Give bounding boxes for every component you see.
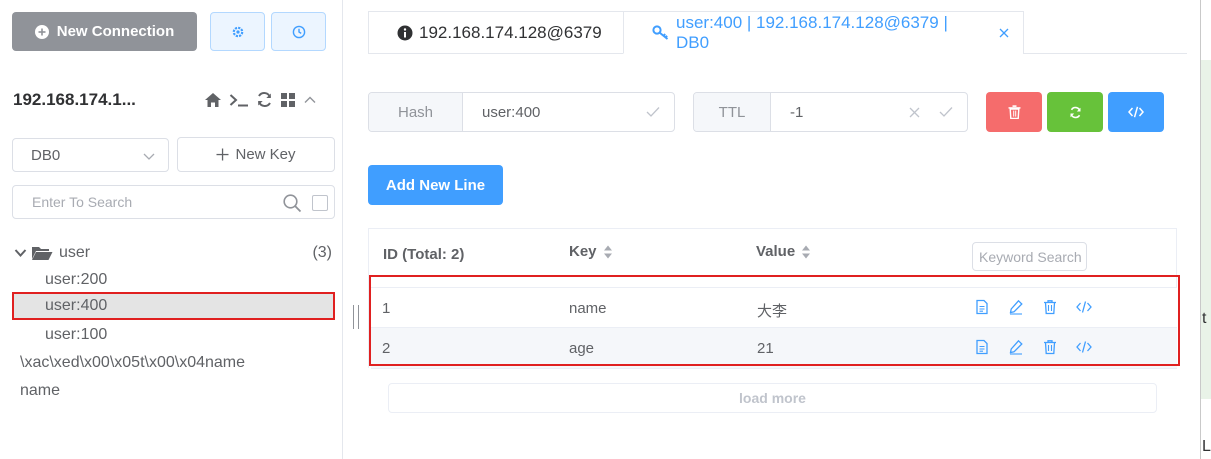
search-icon[interactable] <box>282 193 302 213</box>
column-header-id: ID (Total: 2) <box>383 246 464 263</box>
ttl-group: TTL -1 <box>693 92 968 132</box>
sort-icon[interactable] <box>801 244 811 260</box>
terminal-icon[interactable] <box>229 93 249 107</box>
resize-handle[interactable] <box>353 305 359 329</box>
tree-key-item-selected[interactable]: user:400 <box>12 292 335 320</box>
code-icon <box>1128 106 1144 118</box>
chevron-up-icon[interactable] <box>303 93 317 107</box>
plus-circle-icon <box>34 24 49 39</box>
refresh-icon[interactable] <box>256 91 273 108</box>
add-new-line-button[interactable]: Add New Line <box>368 165 503 205</box>
folder-open-icon <box>31 245 53 261</box>
check-icon[interactable] <box>646 106 660 118</box>
close-icon[interactable] <box>999 28 1009 38</box>
adjacent-window-text: L <box>1202 438 1211 455</box>
table-border <box>368 228 1177 229</box>
sidebar-divider <box>342 0 343 459</box>
load-more-button[interactable]: load more <box>388 383 1157 413</box>
new-key-button[interactable]: New Key <box>177 137 335 172</box>
column-header-key[interactable]: Key <box>569 243 613 260</box>
plus-icon <box>216 148 229 161</box>
column-header-id-label: ID (Total: 2) <box>383 246 465 263</box>
exact-search-checkbox[interactable] <box>312 195 328 211</box>
keyword-search-input[interactable] <box>972 242 1087 271</box>
refresh-icon <box>1069 106 1082 119</box>
new-key-label: New Key <box>235 146 296 163</box>
settings-button[interactable] <box>210 12 265 51</box>
tab-key-detail-label: user:400 | 192.168.174.128@6379 | DB0 <box>676 12 948 52</box>
check-icon[interactable] <box>939 106 953 118</box>
info-circle-icon <box>397 25 413 41</box>
tree-folder-user[interactable]: user (3) <box>14 239 335 267</box>
sort-icon[interactable] <box>603 244 613 260</box>
home-icon[interactable] <box>204 92 222 108</box>
ttl-input[interactable]: -1 <box>771 93 967 131</box>
history-button[interactable] <box>271 12 326 51</box>
tree-folder-count: (3) <box>312 244 332 261</box>
column-header-value[interactable]: Value <box>756 243 811 260</box>
key-search-input[interactable] <box>13 186 273 218</box>
new-connection-label: New Connection <box>56 23 175 40</box>
new-connection-button[interactable]: New Connection <box>12 12 197 51</box>
connection-toolbar <box>204 91 317 108</box>
column-header-key-label: Key <box>569 243 597 260</box>
key-type-label: Hash <box>369 93 463 131</box>
refresh-key-button[interactable] <box>1047 92 1103 132</box>
key-name-group: Hash user:400 <box>368 92 675 132</box>
connection-name[interactable]: 192.168.174.1... <box>13 90 136 110</box>
adjacent-window-text: t <box>1202 310 1207 327</box>
tree-key-item[interactable]: \xac\xed\x00\x05t\x00\x04name <box>20 354 245 372</box>
delete-key-button[interactable] <box>986 92 1042 132</box>
clear-icon[interactable] <box>909 107 920 118</box>
tab-key-detail[interactable]: user:400 | 192.168.174.128@6379 | DB0 <box>623 11 1024 54</box>
key-name-value: user:400 <box>482 103 541 121</box>
ttl-label: TTL <box>694 93 771 131</box>
column-header-value-label: Value <box>756 243 796 260</box>
gear-icon <box>231 25 245 39</box>
db-select[interactable]: DB0 <box>12 138 169 172</box>
key-name-input[interactable]: user:400 <box>463 93 674 131</box>
tab-connection-label: 192.168.174.128@6379 <box>419 22 602 42</box>
key-search-box <box>12 185 335 219</box>
clock-icon <box>292 25 306 39</box>
tree-key-item[interactable]: user:200 <box>14 266 335 294</box>
dump-command-button[interactable] <box>1108 92 1164 132</box>
chevron-down-icon <box>142 149 156 163</box>
key-icon <box>652 24 670 41</box>
tree-key-item[interactable]: name <box>20 382 60 400</box>
adjacent-window-panel <box>1201 60 1211 399</box>
sidebar: New Connection 192.168.174.1... DB0 New … <box>0 0 343 459</box>
tab-connection[interactable]: 192.168.174.128@6379 <box>368 11 624 54</box>
caret-down-icon <box>14 248 27 258</box>
rows-highlight-box <box>369 275 1180 366</box>
trash-icon <box>1008 105 1021 119</box>
grid-icon[interactable] <box>280 92 296 108</box>
tree-key-item[interactable]: user:100 <box>14 321 335 349</box>
ttl-value: -1 <box>790 103 804 121</box>
tab-bar-border <box>1023 53 1187 54</box>
tree-folder-label: user <box>59 244 91 261</box>
db-select-value: DB0 <box>31 146 61 164</box>
